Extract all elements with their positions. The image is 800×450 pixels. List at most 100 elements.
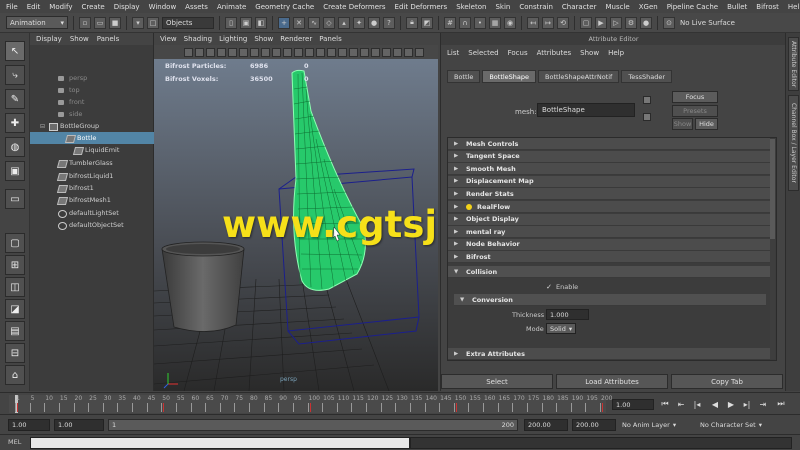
live-surface-icon[interactable]: ⊙: [663, 16, 675, 29]
collapse-icon[interactable]: ⊟: [40, 123, 46, 130]
viewport-tool-icon[interactable]: [371, 47, 380, 57]
viewport-tool-icon[interactable]: [360, 47, 369, 57]
scale-tool-icon[interactable]: ▣: [5, 161, 25, 181]
character-set-label[interactable]: No Character Set ▾: [700, 419, 762, 431]
section-extra-attributes[interactable]: ▶ Extra Attributes: [448, 348, 770, 360]
viewport-menu-shading[interactable]: Shading: [184, 35, 212, 43]
persp-graph-layout-icon[interactable]: ◪: [5, 299, 25, 319]
scrollbar-thumb[interactable]: [770, 139, 775, 239]
section-tangent-space[interactable]: ▶ Tangent Space: [448, 150, 770, 163]
outliner-item[interactable]: LiquidEmit: [74, 144, 119, 156]
menu-pipeline-cache[interactable]: Pipeline Cache: [667, 3, 718, 11]
section-conversion[interactable]: ▼ Conversion: [454, 294, 766, 306]
new-scene-icon[interactable]: ▫: [79, 16, 91, 29]
step-back-key-icon[interactable]: |◂: [692, 398, 702, 410]
thickness-field[interactable]: 1.000: [546, 309, 589, 320]
play-backwards-icon[interactable]: ◀: [710, 398, 720, 410]
hide-button[interactable]: Hide: [695, 118, 718, 130]
viewport-tool-icon[interactable]: [283, 47, 292, 57]
select-object-icon[interactable]: □: [147, 16, 159, 29]
save-scene-icon[interactable]: ■: [109, 16, 121, 29]
construction-history-icon[interactable]: ⟲: [557, 16, 569, 29]
menu-create[interactable]: Create: [81, 3, 104, 11]
input-ops-icon[interactable]: ↤: [527, 16, 539, 29]
ae-menu-selected[interactable]: Selected: [468, 49, 498, 57]
command-input[interactable]: [30, 437, 410, 449]
menu-animate[interactable]: Animate: [217, 3, 246, 11]
lock-selection-icon[interactable]: 🔒︎: [406, 16, 418, 29]
select-handles-icon[interactable]: +: [278, 16, 290, 29]
range-slider-bar[interactable]: 1 200: [108, 419, 518, 431]
open-scene-icon[interactable]: ▭: [94, 16, 106, 29]
render-view-icon[interactable]: ▢: [580, 16, 592, 29]
ae-menu-show[interactable]: Show: [580, 49, 599, 57]
ae-menu-list[interactable]: List: [447, 49, 459, 57]
bifrost-shelf-icon[interactable]: ⌂: [5, 365, 25, 385]
menu-bifrost[interactable]: Bifrost: [756, 3, 779, 11]
outliner-item[interactable]: bifrost1: [58, 182, 94, 194]
section-displacement-map[interactable]: ▶ Displacement Map: [448, 175, 770, 188]
focus-button[interactable]: Focus: [672, 91, 718, 103]
go-to-end-icon[interactable]: ⏭︎: [776, 398, 786, 410]
viewport-menu-lighting[interactable]: Lighting: [219, 35, 247, 43]
pick-hierarchy-icon[interactable]: ▯: [225, 16, 237, 29]
hypershade-icon[interactable]: ●: [640, 16, 652, 29]
viewport-tool-icon[interactable]: [250, 47, 259, 57]
mode-dropdown[interactable]: Solid ▾: [546, 323, 576, 334]
last-tool-icon[interactable]: ▭: [5, 189, 25, 209]
time-slider[interactable]: 1 5 10 15 20 25 30 35 40 45 50 55 60 65 70 75 80 85 90 95 10…: [0, 392, 800, 414]
menu-create-deformers[interactable]: Create Deformers: [323, 3, 385, 11]
render-frame-icon[interactable]: ▶: [595, 16, 607, 29]
step-forward-key-icon[interactable]: ▸|: [742, 398, 752, 410]
menu-edit[interactable]: Edit: [27, 3, 41, 11]
viewport-tool-icon[interactable]: [349, 47, 358, 57]
selection-mask-field[interactable]: Objects: [162, 16, 214, 29]
viewport-tool-icon[interactable]: [316, 47, 325, 57]
viewport-tool-icon[interactable]: [415, 47, 424, 57]
outliner-menu-display[interactable]: Display: [36, 35, 62, 43]
playback-start-field[interactable]: 1.00: [54, 419, 104, 431]
section-realflow[interactable]: ▶ RealFlow: [448, 201, 770, 213]
menu-modify[interactable]: Modify: [49, 3, 72, 11]
viewport-tool-icon[interactable]: [261, 47, 270, 57]
menu-constrain[interactable]: Constrain: [519, 3, 553, 11]
menu-muscle[interactable]: Muscle: [605, 3, 629, 11]
outliner-menu-panels[interactable]: Panels: [97, 35, 120, 43]
current-frame-field[interactable]: 1.00: [612, 399, 654, 410]
select-button[interactable]: Select: [441, 374, 553, 389]
viewport-tool-icon[interactable]: [294, 47, 303, 57]
start-time-field[interactable]: 1.00: [8, 419, 50, 431]
pick-object-icon[interactable]: ▣: [240, 16, 252, 29]
snap-grid-icon[interactable]: #: [444, 16, 456, 29]
persp-uv-layout-icon[interactable]: ⊟: [5, 343, 25, 363]
menu-help[interactable]: Help: [788, 3, 800, 11]
viewport-tool-icon[interactable]: [404, 47, 413, 57]
persp-outliner-layout-icon[interactable]: ◫: [5, 277, 25, 297]
pick-component-icon[interactable]: ◧: [255, 16, 267, 29]
section-mental-ray[interactable]: ▶ mental ray: [448, 226, 770, 239]
input-connection-icon[interactable]: [643, 96, 651, 104]
outliner-item[interactable]: Bottle: [30, 132, 154, 144]
outliner-item[interactable]: side: [58, 108, 82, 120]
menu-edit-deformers[interactable]: Edit Deformers: [395, 3, 448, 11]
outliner-item[interactable]: persp: [58, 72, 87, 84]
presets-button[interactable]: Presets: [672, 105, 718, 117]
menu-display[interactable]: Display: [114, 3, 140, 11]
outliner-item[interactable]: TumblerGlass: [58, 157, 113, 169]
mesh-name-field[interactable]: BottleShape: [537, 103, 635, 117]
viewport-menu-renderer[interactable]: Renderer: [280, 35, 312, 43]
viewport-tool-icon[interactable]: [393, 47, 402, 57]
output-connection-icon[interactable]: [643, 113, 651, 121]
make-live-icon[interactable]: ◉: [504, 16, 516, 29]
rotate-tool-icon[interactable]: ◍: [5, 137, 25, 157]
attribute-editor-side-tab[interactable]: Attribute Editor: [788, 37, 799, 91]
viewport-tool-icon[interactable]: [217, 47, 226, 57]
section-bifrost[interactable]: ▶ Bifrost: [448, 251, 770, 264]
menu-bullet[interactable]: Bullet: [727, 3, 747, 11]
mel-label[interactable]: MEL: [8, 438, 21, 446]
playback-end-field[interactable]: 200.00: [524, 419, 568, 431]
viewport-menu-panels[interactable]: Panels: [319, 35, 342, 43]
tab-bottleshapeattrnotif[interactable]: BottleShapeAttrNotif: [538, 70, 620, 83]
play-forwards-icon[interactable]: ▶: [726, 398, 736, 410]
menu-character[interactable]: Character: [562, 3, 597, 11]
